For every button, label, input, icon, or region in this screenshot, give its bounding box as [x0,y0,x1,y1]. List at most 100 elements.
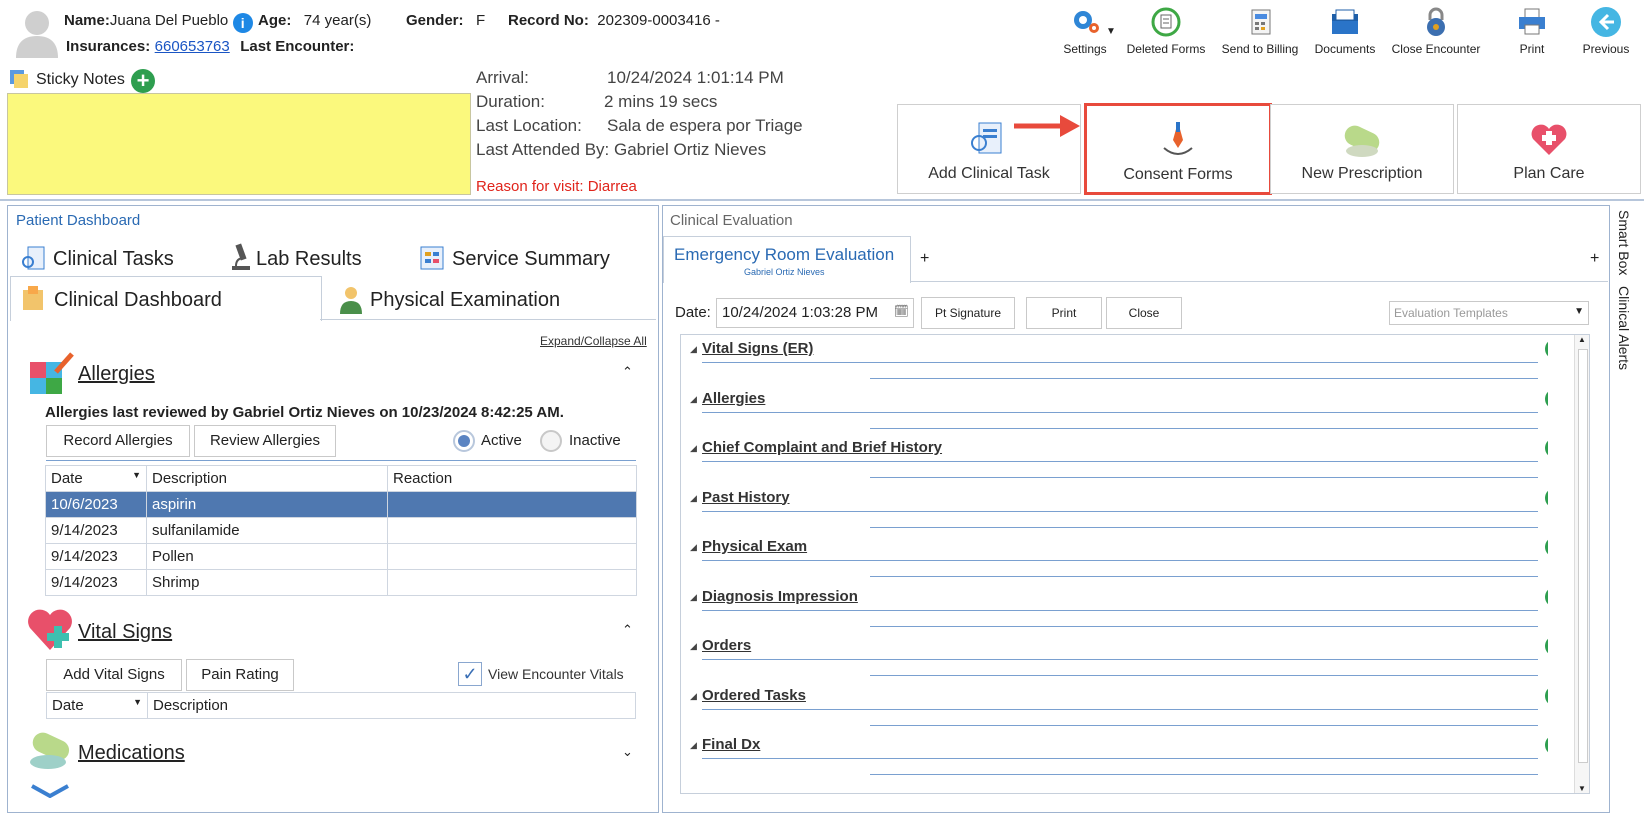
eval-section-title[interactable]: Orders [702,637,751,654]
pt-signature-button[interactable]: Pt Signature [921,297,1015,329]
review-allergies-button[interactable]: Review Allergies [194,425,336,457]
sort-dropdown-icon[interactable]: ▼ [132,470,141,480]
collapse-triangle-icon[interactable]: ◢ [690,493,697,504]
collapse-triangle-icon[interactable]: ◢ [690,443,697,454]
sticky-note-area[interactable] [7,93,471,195]
previous-button[interactable]: Previous [1574,6,1638,62]
eval-section[interactable]: ◢ Vital Signs (ER) + [690,336,1548,386]
add-vital-signs-button[interactable]: Add Vital Signs [46,659,182,691]
active-radio[interactable] [453,430,475,452]
table-row[interactable]: 9/14/2023 Pollen [45,543,637,570]
scroll-thumb[interactable] [1578,349,1588,763]
add-section-icon[interactable]: + [1545,388,1548,409]
tab-physical-examination[interactable]: Physical Examination [370,289,560,312]
column-header-date[interactable]: Date ▼ [46,692,148,719]
add-section-icon[interactable]: + [1545,735,1548,755]
eval-section[interactable]: ◢ Past History + [690,485,1548,535]
section-underline [702,510,1538,512]
eval-scrollbar[interactable]: ▲ ▼ [1574,335,1589,793]
print-toolbar-button[interactable]: Print [1502,6,1562,62]
eval-section[interactable]: ◢ Final Dx + [690,732,1548,782]
add-section-icon[interactable]: + [1545,685,1548,706]
add-sticky-note-icon[interactable]: + [131,69,155,93]
column-header-description[interactable]: Description [147,692,636,719]
eval-date-input[interactable]: 10/24/2024 1:03:28 PM 🗓 [716,298,914,328]
eval-section[interactable]: ◢ Physical Exam + [690,534,1548,584]
record-allergies-button[interactable]: Record Allergies [46,425,190,457]
collapse-triangle-icon[interactable]: ◢ [690,592,697,603]
add-section-icon[interactable]: + [1545,636,1548,656]
vitals-table: Date ▼ Description [46,692,636,719]
smart-box-tab[interactable]: Smart Box [1616,210,1632,275]
plan-care-button[interactable]: Plan Care [1457,104,1641,194]
deleted-forms-button[interactable]: Deleted Forms [1124,6,1208,62]
clinical-alerts-tab[interactable]: Clinical Alerts [1616,286,1632,370]
eval-section[interactable]: ◢ Orders + [690,633,1548,683]
new-prescription-button[interactable]: New Prescription [1270,104,1454,194]
eval-print-button[interactable]: Print [1026,297,1102,329]
scroll-down-icon[interactable]: ▼ [1575,784,1589,793]
eval-section-title[interactable]: Vital Signs (ER) [702,340,813,357]
eval-section-title[interactable]: Chief Complaint and Brief History [702,439,942,456]
column-header-description[interactable]: Description [146,465,388,492]
allergies-collapse-icon[interactable]: ⌃ [622,364,633,380]
settings-dropdown-icon[interactable]: ▼ [1106,26,1116,37]
collapse-triangle-icon[interactable]: ◢ [690,542,697,553]
tab-clinical-tasks[interactable]: Clinical Tasks [53,248,174,271]
eval-section[interactable]: ◢ Ordered Tasks + [690,683,1548,733]
eval-section-title[interactable]: Ordered Tasks [702,687,806,704]
eval-close-button[interactable]: Close [1106,297,1182,329]
add-section-icon[interactable]: + [1545,537,1548,557]
collapse-triangle-icon[interactable]: ◢ [690,344,697,355]
medications-title[interactable]: Medications [78,742,185,765]
column-header-reaction[interactable]: Reaction [387,465,637,492]
tab-lab-results[interactable]: Lab Results [256,248,362,271]
documents-button[interactable]: Documents [1310,6,1380,62]
collapse-triangle-icon[interactable]: ◢ [690,691,697,702]
eval-section[interactable]: ◢ Diagnosis Impression + [690,584,1548,634]
inactive-radio[interactable] [540,430,562,452]
column-header-date[interactable]: Date ▼ [45,465,147,492]
table-row[interactable]: 9/14/2023 Shrimp [45,569,637,596]
tab-clinical-dashboard[interactable]: Clinical Dashboard [54,289,222,312]
calendar-icon[interactable]: 🗓 [894,304,909,318]
vital-signs-title[interactable]: Vital Signs [78,621,172,644]
allergies-title[interactable]: Allergies [78,363,155,386]
scroll-up-icon[interactable]: ▲ [1575,335,1589,344]
collapse-triangle-icon[interactable]: ◢ [690,641,697,652]
send-to-billing-button[interactable]: Send to Billing [1215,6,1305,62]
collapse-triangle-icon[interactable]: ◢ [690,740,697,751]
tab-service-summary[interactable]: Service Summary [452,248,610,271]
add-tab-right-icon[interactable]: + [1590,250,1599,268]
add-section-icon[interactable]: + [1545,487,1548,508]
insurance-link[interactable]: 660653763 [155,38,230,55]
eval-section-title[interactable]: Allergies [702,390,765,407]
add-tab-icon[interactable]: + [920,250,929,268]
expand-collapse-link[interactable]: Expand/Collapse All [540,334,647,348]
info-icon[interactable]: i [232,13,253,33]
view-encounter-vitals-checkbox[interactable]: ✓ [458,662,482,686]
table-row[interactable]: 9/14/2023 sulfanilamide [45,517,637,544]
eval-section-title[interactable]: Past History [702,489,790,506]
eval-section-title[interactable]: Physical Exam [702,538,807,555]
evaluation-templates-select[interactable]: Evaluation Templates ▼ [1389,301,1589,325]
eval-section[interactable]: ◢ Allergies + [690,386,1548,436]
vitals-collapse-icon[interactable]: ⌃ [622,622,633,638]
eval-section[interactable]: ◢ Chief Complaint and Brief History + [690,435,1548,485]
sort-dropdown-icon[interactable]: ▼ [133,697,142,707]
last-location-label: Last Location: [476,116,582,135]
consent-forms-button[interactable]: Consent Forms [1084,103,1272,195]
table-row[interactable]: 10/6/2023 aspirin [45,491,637,518]
add-section-icon[interactable]: + [1545,586,1548,607]
add-section-icon[interactable]: + [1545,339,1548,359]
chevron-down-icon[interactable]: ▼ [1574,306,1584,317]
eval-section-title[interactable]: Final Dx [702,736,760,753]
eval-tab[interactable]: Emergency Room Evaluation Gabriel Ortiz … [663,236,911,283]
close-encounter-button[interactable]: Close Encounter [1388,6,1484,62]
add-section-icon[interactable]: + [1545,438,1548,458]
eval-section-title[interactable]: Diagnosis Impression [702,588,858,605]
pain-rating-button[interactable]: Pain Rating [186,659,294,691]
collapse-triangle-icon[interactable]: ◢ [690,394,697,405]
add-clinical-task-label: Add Clinical Task [928,165,1050,182]
medications-expand-icon[interactable]: ⌄ [622,744,633,760]
